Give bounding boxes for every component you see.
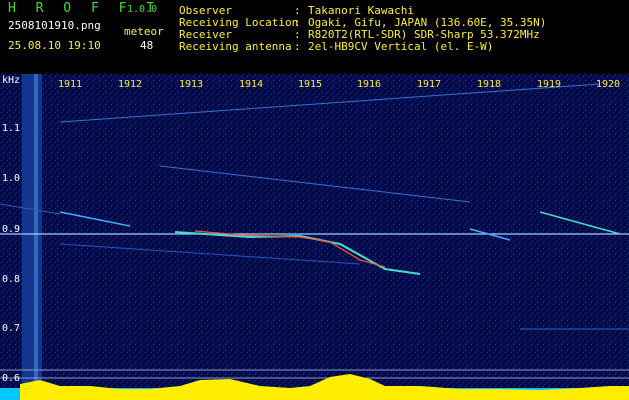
y-tick-label: 0.8 [2, 274, 21, 285]
antenna-value: 2el-HB9CV Vertical (el. E-W) [308, 40, 494, 53]
spectrogram-background [0, 74, 629, 400]
y-tick-label: 0.9 [2, 224, 21, 235]
x-tick-label: 1915 [298, 79, 323, 90]
antenna-label: Receiving antenna [179, 40, 292, 53]
x-tick-label: 1913 [179, 79, 204, 90]
x-tick-label: 1911 [58, 79, 83, 90]
app-version: 1.0.0 [127, 4, 158, 15]
antenna-sep: : [294, 40, 301, 53]
file-datetime: 25.08.10 19:10 [8, 39, 101, 52]
x-tick-label: 1919 [537, 79, 562, 90]
file-name: 2508101910.png [8, 19, 101, 32]
spectrogram-plot [0, 74, 629, 400]
y-tick-label: 1.0 [2, 173, 21, 184]
hrofft-window: { "app": {"name": "H R O F F T", "versio… [0, 0, 629, 400]
x-tick-label: 1918 [477, 79, 502, 90]
x-tick-label: 1912 [118, 79, 143, 90]
x-tick-label: 1917 [417, 79, 442, 90]
x-tick-label: 1914 [239, 79, 264, 90]
meteor-label: meteor [124, 25, 164, 38]
interference-band [22, 74, 42, 386]
y-axis-unit: kHz [2, 75, 21, 86]
y-tick-label: 0.7 [2, 323, 21, 334]
y-tick-label: 0.6 [2, 373, 21, 384]
meteor-count: 48 [140, 39, 154, 52]
interference-core [34, 74, 38, 386]
y-tick-label: 1.1 [2, 123, 21, 134]
x-tick-label: 1916 [357, 79, 382, 90]
x-tick-label: 1920 [596, 79, 621, 90]
